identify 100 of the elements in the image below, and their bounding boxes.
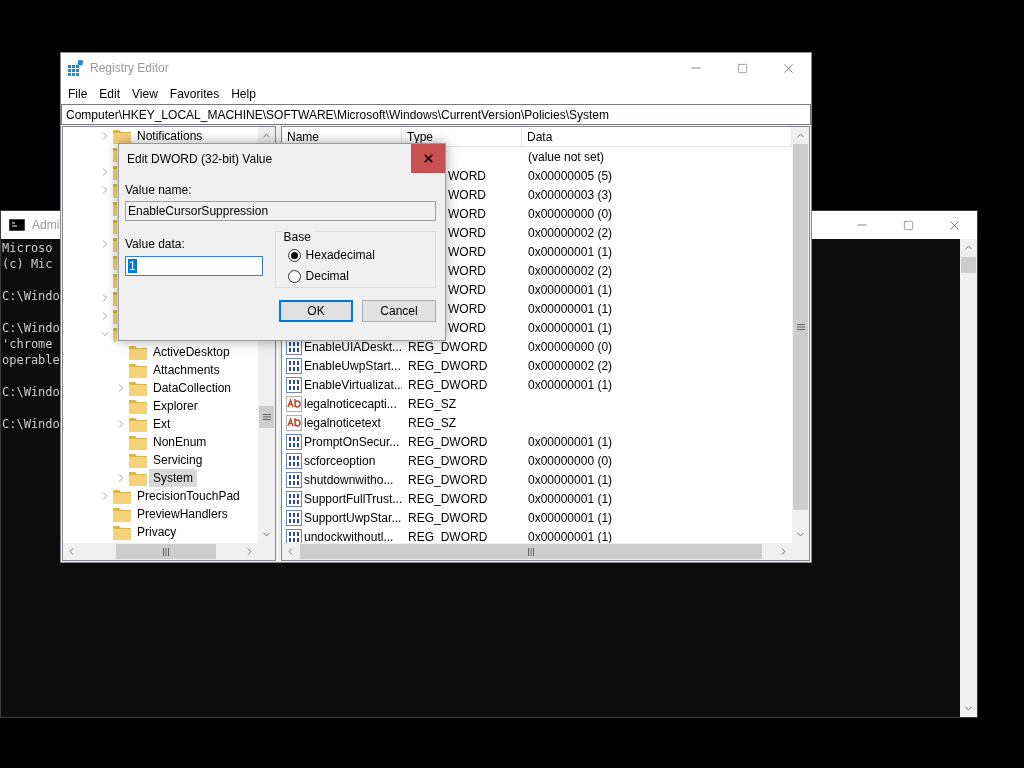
- tree-item[interactable]: ActiveDesktop: [149, 343, 234, 361]
- folder-icon: [113, 506, 131, 522]
- value-type: REG_DWORD: [408, 358, 488, 373]
- value-type: REG_SZ: [408, 415, 456, 430]
- value-data: 0x00000001 (1): [528, 244, 613, 259]
- window-title: Admi: [32, 218, 60, 232]
- tree-item[interactable]: Attachments: [149, 361, 224, 379]
- folder-icon: [113, 128, 131, 144]
- folder-edge-icon: [113, 326, 117, 342]
- value-data-field[interactable]: 1: [125, 256, 263, 276]
- console-line: C:\Windo: [2, 320, 60, 336]
- value-name[interactable]: PromptOnSecur...: [304, 434, 400, 449]
- menu-item[interactable]: Favorites: [164, 86, 227, 101]
- console-line: C:\Windo: [2, 416, 60, 432]
- value-data: 0x00000001 (1): [528, 529, 613, 543]
- value-name[interactable]: EnableUIADeskt...: [304, 339, 402, 354]
- radio-button[interactable]: [287, 248, 301, 262]
- radio-label[interactable]: Decimal: [305, 269, 349, 283]
- value-type: WORD: [447, 168, 486, 183]
- tree-item[interactable]: Privacy: [133, 523, 181, 541]
- menu-item[interactable]: View: [127, 86, 165, 101]
- address-field[interactable]: Computer\HKEY_LOCAL_MACHINE\SOFTWARE\Microsoft\Windows\CurrentVersion\Policies\System: [61, 104, 811, 125]
- value-data: 0x00000001 (1): [528, 491, 613, 506]
- folder-edge-icon: [113, 200, 117, 216]
- binary-value-icon: [286, 490, 302, 507]
- value-name[interactable]: SupportUwpStar...: [304, 510, 402, 525]
- value-data: 0x00000001 (1): [528, 434, 613, 449]
- value-type: WORD: [447, 263, 486, 278]
- tree-item[interactable]: PrecisionTouchPad: [133, 487, 244, 505]
- folder-icon: [113, 488, 131, 504]
- folder-edge-icon: [113, 236, 117, 252]
- value-name-field[interactable]: EnableCursorSuppression: [125, 201, 436, 221]
- radio-button[interactable]: [287, 269, 301, 283]
- menu-item[interactable]: Edit: [94, 86, 128, 101]
- value-data: 0x00000001 (1): [528, 320, 613, 335]
- vertical-scrollbar[interactable]: [792, 127, 809, 543]
- scroll-thumb[interactable]: [793, 144, 808, 510]
- folder-edge-icon: [113, 164, 117, 180]
- close-button[interactable]: [411, 144, 445, 173]
- registry-app-icon: [68, 60, 84, 76]
- vertical-scrollbar[interactable]: [960, 239, 977, 717]
- value-data: 0x00000002 (2): [528, 263, 613, 278]
- tree-item[interactable]: Explorer: [149, 397, 202, 415]
- binary-value-icon: [286, 357, 302, 374]
- string-value-icon: [286, 414, 302, 431]
- value-type: REG_DWORD: [408, 434, 488, 449]
- value-type: WORD: [447, 225, 486, 240]
- maximize-icon: [736, 62, 748, 74]
- folder-edge-icon: [113, 272, 117, 288]
- value-name[interactable]: EnableVirtualizat...: [304, 377, 402, 392]
- scroll-thumb[interactable]: [259, 406, 274, 428]
- value-name[interactable]: EnableUwpStart...: [304, 358, 401, 373]
- binary-value-icon: [286, 471, 302, 488]
- window-title: Registry Editor: [90, 61, 169, 75]
- value-name[interactable]: legalnoticetext: [304, 415, 381, 430]
- folder-edge-icon: [113, 254, 117, 270]
- folder-icon: [113, 524, 131, 540]
- field-label: Value name:: [125, 183, 193, 197]
- binary-value-icon: [286, 452, 302, 469]
- value-name[interactable]: undockwithoutl...: [304, 529, 394, 543]
- folder-icon: [129, 362, 147, 378]
- tree-item[interactable]: DataCollection: [149, 379, 236, 397]
- value-name[interactable]: legalnoticecapti...: [304, 396, 397, 411]
- grip-icon: [796, 323, 805, 331]
- menu-item[interactable]: File: [63, 86, 95, 101]
- scroll-thumb[interactable]: [300, 544, 762, 559]
- grip-icon: [162, 547, 170, 556]
- binary-value-icon: [286, 433, 302, 450]
- console-line: operable: [2, 352, 60, 368]
- grip-icon: [262, 413, 271, 421]
- radio-label[interactable]: Hexadecimal: [305, 248, 375, 262]
- cancel-button[interactable]: Cancel: [362, 300, 436, 322]
- value-type: WORD: [447, 206, 486, 221]
- value-data: 0x00000001 (1): [528, 472, 613, 487]
- tree-item[interactable]: System: [149, 469, 197, 487]
- value-type: REG_DWORD: [408, 491, 488, 506]
- tree-item[interactable]: Servicing: [149, 451, 207, 469]
- maximize-icon: [902, 219, 914, 231]
- string-value-icon: [286, 395, 302, 412]
- folder-icon: [129, 398, 147, 414]
- tree-item[interactable]: Ext: [149, 415, 175, 433]
- value-data: 0x00000003 (3): [528, 187, 613, 202]
- tree-item[interactable]: Notifications: [133, 127, 207, 145]
- value-type: REG_DWORD: [408, 453, 488, 468]
- value-type: REG_DWORD: [408, 472, 488, 487]
- scroll-thumb[interactable]: [961, 257, 976, 273]
- tree-item[interactable]: NonEnum: [149, 433, 211, 451]
- value-name[interactable]: scforceoption: [304, 453, 376, 468]
- tree-item[interactable]: PreviewHandlers: [133, 505, 232, 523]
- value-data: 0x00000001 (1): [528, 301, 613, 316]
- scroll-thumb[interactable]: [116, 544, 216, 559]
- value-name[interactable]: shutdownwitho...: [304, 472, 394, 487]
- console-line: 'chrome: [2, 336, 53, 352]
- value-data: 0x00000005 (5): [528, 168, 613, 183]
- menu-item[interactable]: Help: [226, 86, 263, 101]
- console-line: Microso: [2, 240, 53, 256]
- folder-edge-icon: [113, 146, 117, 162]
- value-name[interactable]: SupportFullTrust...: [304, 491, 402, 506]
- folder-icon: [129, 452, 147, 468]
- ok-button[interactable]: OK: [279, 300, 353, 322]
